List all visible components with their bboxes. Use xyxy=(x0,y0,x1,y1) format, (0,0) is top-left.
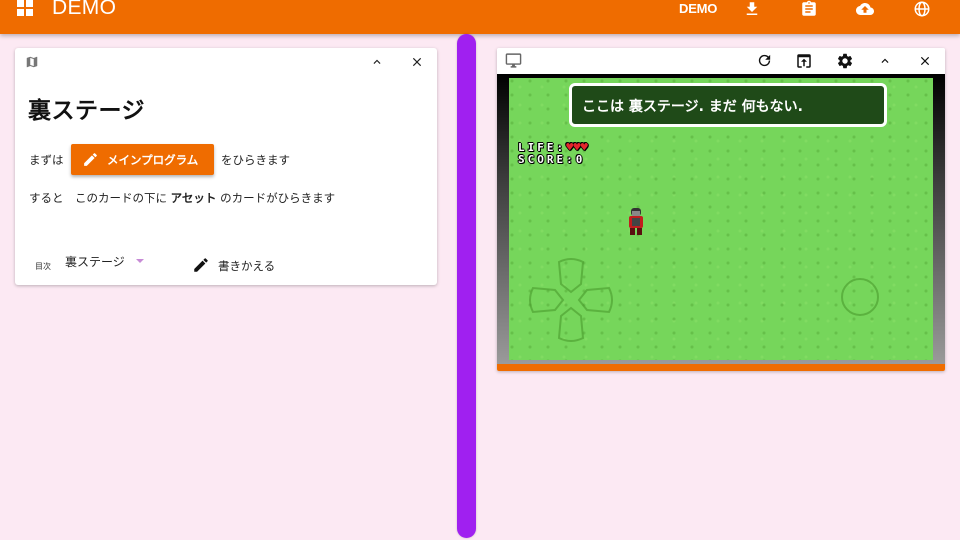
resize-handle[interactable] xyxy=(457,34,476,538)
close-icon[interactable] xyxy=(410,55,424,69)
asset-hint-a: すると このカードの下に xyxy=(29,191,167,205)
rewrite-label: 書きかえる xyxy=(218,259,276,273)
clipboard-icon[interactable] xyxy=(799,0,819,18)
cloud-upload-icon[interactable] xyxy=(855,0,875,18)
open-in-new-icon[interactable] xyxy=(795,52,813,70)
intro-suffix: をひらきます xyxy=(221,153,290,167)
apps-grid-icon[interactable] xyxy=(17,0,33,16)
action-button[interactable] xyxy=(841,278,879,316)
game-card: ここは 裏ステージ. まだ 何もない. LIFE:♥♥♥ SCORE:0 xyxy=(497,48,945,371)
main-program-label: メインプログラム xyxy=(107,153,199,167)
dpad-control[interactable] xyxy=(529,258,613,342)
map-icon xyxy=(26,56,38,68)
toc-select[interactable]: 裏ステージ xyxy=(65,253,125,270)
message-box: ここは 裏ステージ. まだ 何もない. xyxy=(569,83,887,127)
score-label: SCORE: xyxy=(518,153,576,166)
heart-icon: ♥♥♥ xyxy=(566,140,588,154)
asset-hint-bold: アセット xyxy=(170,191,217,205)
life-hud: LIFE:♥♥♥ xyxy=(518,140,588,154)
stage-card: 裏ステージ まずは メインプログラム をひらきます すると このカードの下に ア… xyxy=(15,48,437,285)
score-hud: SCORE:0 xyxy=(518,153,585,166)
app-title: DEMO xyxy=(52,0,117,19)
monitor-icon xyxy=(505,53,522,68)
toc-label: 目次 xyxy=(35,262,51,271)
dropdown-arrow-icon[interactable] xyxy=(136,259,144,263)
app-bar: DEMO DEMO xyxy=(0,0,960,34)
asset-hint-c: のカードがひらきます xyxy=(220,191,336,205)
game-frame: ここは 裏ステージ. まだ 何もない. LIFE:♥♥♥ SCORE:0 xyxy=(497,74,945,364)
main-program-button[interactable]: メインプログラム xyxy=(71,144,214,175)
message-text: ここは 裏ステージ. まだ 何もない. xyxy=(582,99,803,115)
globe-icon[interactable] xyxy=(912,0,932,18)
card-title: 裏ステージ xyxy=(28,98,146,124)
reload-icon[interactable] xyxy=(756,52,773,69)
download-icon[interactable] xyxy=(742,0,762,18)
collapse-icon[interactable] xyxy=(370,55,384,69)
user-name[interactable]: DEMO xyxy=(679,1,717,16)
pencil-icon xyxy=(84,153,97,166)
game-canvas[interactable]: ここは 裏ステージ. まだ 何もない. LIFE:♥♥♥ SCORE:0 xyxy=(509,78,933,360)
rewrite-button[interactable]: 書きかえる xyxy=(192,256,275,278)
pencil-icon xyxy=(194,258,208,272)
intro-prefix: まずは xyxy=(29,153,64,167)
card-footer-bar xyxy=(497,364,945,371)
game-toolbar xyxy=(497,48,945,74)
score-value: 0 xyxy=(575,153,586,166)
collapse-icon[interactable] xyxy=(878,54,892,68)
close-icon[interactable] xyxy=(918,54,932,68)
settings-icon[interactable] xyxy=(836,52,854,70)
player-sprite xyxy=(629,208,643,235)
asset-hint: すると このカードの下に アセット のカードがひらきます xyxy=(29,190,335,206)
